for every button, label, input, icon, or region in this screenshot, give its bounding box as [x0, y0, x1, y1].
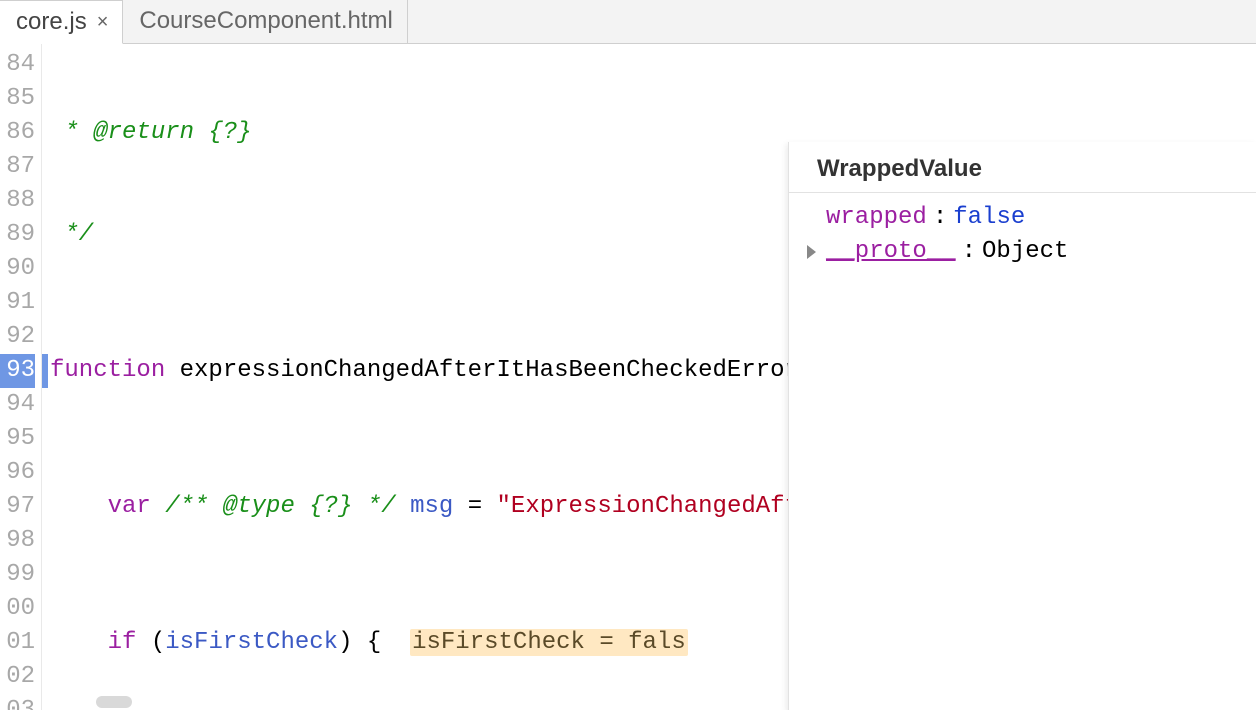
- tab-label: CourseComponent.html: [139, 7, 392, 35]
- popover-row[interactable]: __proto__: Object: [807, 235, 1242, 269]
- line-number: 99: [0, 558, 35, 592]
- code-text: * @return {?}: [50, 119, 252, 146]
- line-number: 01: [0, 626, 35, 660]
- line-number-gutter: 84 85 86 87 88 89 90 91 92 93 94 95 96 9…: [0, 44, 42, 710]
- line-number: 91: [0, 286, 35, 320]
- popover-row[interactable]: wrapped: false: [807, 201, 1242, 235]
- expand-triangle-icon[interactable]: [807, 245, 816, 259]
- code-text: expressionChangedAfterItHasBeenCheckedEr…: [180, 357, 799, 384]
- code-text: isFirstCheck: [165, 629, 338, 656]
- divider: [789, 192, 1256, 193]
- code-text: {: [352, 629, 381, 656]
- code-text: var: [108, 493, 151, 520]
- line-number: 87: [0, 150, 35, 184]
- popover-title: WrappedValue: [807, 152, 1242, 186]
- line-number: 88: [0, 184, 35, 218]
- close-icon[interactable]: ×: [97, 12, 109, 32]
- property-value: false: [953, 201, 1025, 235]
- line-number: 92: [0, 320, 35, 354]
- tab-label: core.js: [16, 8, 87, 36]
- code-text: function: [50, 357, 165, 384]
- horizontal-scrollbar-thumb[interactable]: [96, 696, 132, 708]
- line-number: 86: [0, 116, 35, 150]
- line-number: 95: [0, 422, 35, 456]
- line-number: 89: [0, 218, 35, 252]
- code-text: =: [453, 493, 496, 520]
- code-text: if: [108, 629, 137, 656]
- code-text: msg: [410, 493, 453, 520]
- line-number: 03: [0, 694, 35, 710]
- line-number: 94: [0, 388, 35, 422]
- property-value: Object: [982, 235, 1068, 269]
- line-number: 90: [0, 252, 35, 286]
- line-number: 93: [0, 354, 35, 388]
- inline-debug-value: isFirstCheck = fals: [410, 629, 688, 656]
- line-number: 02: [0, 660, 35, 694]
- tab-core-js[interactable]: core.js ×: [0, 0, 123, 44]
- line-number: 84: [0, 48, 35, 82]
- line-number: 85: [0, 82, 35, 116]
- line-number: 96: [0, 456, 35, 490]
- tab-bar: core.js × CourseComponent.html: [0, 0, 1256, 44]
- tab-coursecomponent-html[interactable]: CourseComponent.html: [123, 0, 407, 43]
- property-key: __proto__: [826, 235, 956, 269]
- line-number: 00: [0, 592, 35, 626]
- code-editor: 84 85 86 87 88 89 90 91 92 93 94 95 96 9…: [0, 44, 1256, 710]
- debug-value-popover[interactable]: WrappedValue wrapped: false __proto__: O…: [788, 142, 1256, 710]
- line-number: 98: [0, 524, 35, 558]
- code-text: /** @type {?} */: [165, 493, 395, 520]
- property-key: wrapped: [826, 201, 927, 235]
- code-text: */: [50, 221, 93, 248]
- line-number: 97: [0, 490, 35, 524]
